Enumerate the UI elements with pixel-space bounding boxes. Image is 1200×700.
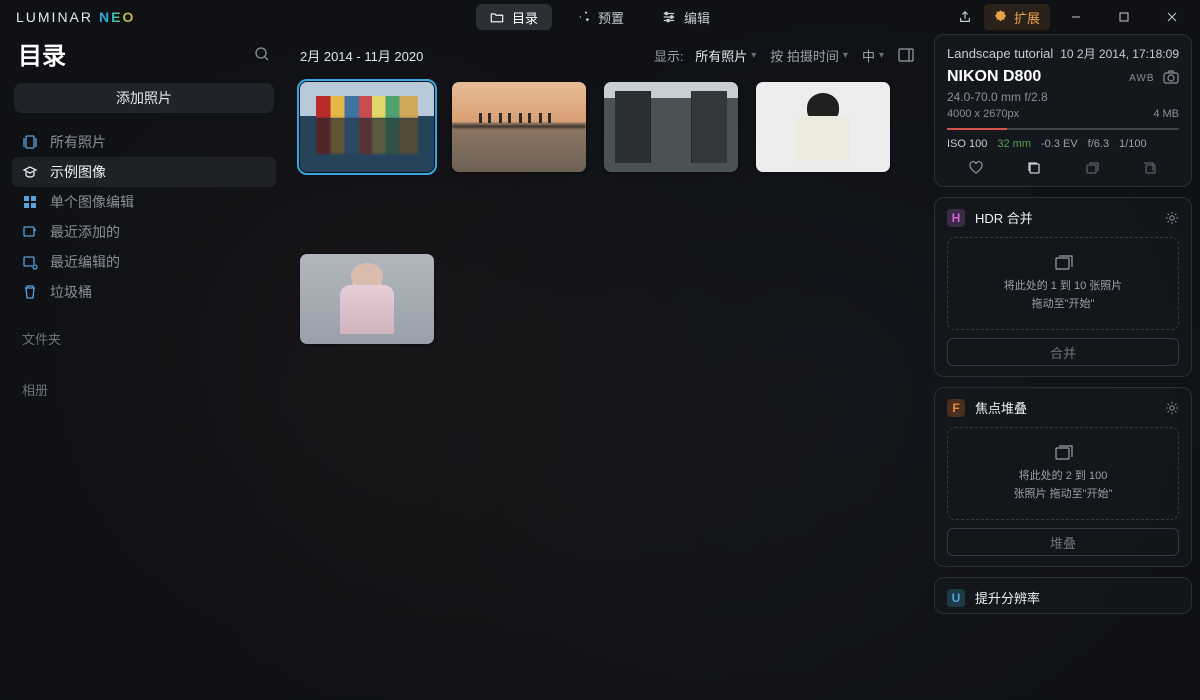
meta-iso: ISO 100 [947,138,987,150]
thumbnail-grid [300,82,918,344]
panel-hdr-merge: H HDR 合并 将此处的 1 到 10 张照片 拖动至"开始" 合并 [934,197,1192,377]
sidebar-item-all-photos[interactable]: 所有照片 [12,127,276,157]
panel-icon [898,48,914,62]
sidebar: 目录 添加照片 所有照片 示例图像 单个图像编辑 最近添加的 [0,34,288,700]
meta-filename: Landscape tutorial [947,46,1053,61]
content-area: 2月 2014 - 11月 2020 显示: 所有照片 ▾ 按 拍摄时间 ▾ 中… [288,34,930,700]
search-button[interactable] [254,46,270,62]
gear-icon [1165,401,1179,415]
titlebar: LUMINAR NEO 目录 预置 编辑 扩展 [0,0,1200,34]
photos-icon [22,134,38,150]
sidebar-item-sample-images[interactable]: 示例图像 [12,157,276,187]
sparkle-icon [576,10,590,24]
thumbnail[interactable] [452,82,586,172]
tab-catalog[interactable]: 目录 [476,4,552,30]
logo-secondary: NEO [99,9,135,25]
info-panel: Landscape tutorial 10 2月 2014, 17:18:09 … [930,34,1200,700]
graduation-icon [22,164,38,180]
upscale-icon: U [947,589,965,607]
stack-prev-button[interactable] [1084,160,1100,176]
content-toolbar: 2月 2014 - 11月 2020 显示: 所有照片 ▾ 按 拍摄时间 ▾ 中… [300,40,914,70]
chevron-down-icon: ▾ [843,50,848,61]
meta-lens: 24.0-70.0 mm f/2.8 [947,90,1179,104]
maximize-icon [1119,12,1129,22]
copy-button[interactable] [1026,160,1042,176]
thumbnail[interactable] [300,82,434,172]
chevron-down-icon: ▾ [879,50,884,61]
share-icon [958,10,972,24]
minimize-icon [1071,12,1081,22]
meta-dimensions: 4000 x 2670px [947,108,1019,120]
thumbnail-size[interactable]: 中 ▾ [862,46,884,65]
chevron-down-icon: ▾ [751,50,756,61]
stack-next-button[interactable] [1142,160,1158,176]
tab-edit[interactable]: 编辑 [648,4,724,30]
stack-icon [1084,160,1100,176]
stack-icon [1142,160,1158,176]
window-maximize-button[interactable] [1102,0,1146,34]
window-minimize-button[interactable] [1054,0,1098,34]
trash-icon [22,284,38,300]
thumbnail[interactable] [756,82,890,172]
date-range: 2月 2014 - 11月 2020 [300,46,423,65]
page-title: 目录 [18,36,66,71]
images-icon [1053,254,1073,272]
puzzle-icon [994,10,1008,24]
panel-upscale: U 提升分辨率 [934,577,1192,614]
share-button[interactable] [950,4,980,30]
sort-dropdown[interactable]: 按 拍摄时间 ▾ [770,46,848,65]
thumbnail[interactable] [604,82,738,172]
window-close-button[interactable] [1150,0,1194,34]
gear-icon [1165,211,1179,225]
hdr-icon: H [947,209,965,227]
image-plus-icon [22,224,38,240]
hdr-merge-button[interactable]: 合并 [947,338,1179,366]
close-icon [1167,12,1177,22]
app-logo: LUMINAR NEO [16,9,135,25]
sliders-icon [662,10,676,24]
section-albums[interactable]: 相册 [22,380,266,399]
meta-awb: AWB [1129,73,1154,84]
section-folders[interactable]: 文件夹 [22,329,266,348]
heart-icon [968,160,984,176]
focus-stack-button[interactable]: 堆叠 [947,528,1179,556]
sidebar-item-recently-added[interactable]: 最近添加的 [12,217,276,247]
sidebar-item-single-edits[interactable]: 单个图像编辑 [12,187,276,217]
tab-presets[interactable]: 预置 [562,4,638,30]
view-layout-button[interactable] [898,48,914,62]
panel-focus-stack: F 焦点堆叠 将此处的 2 到 100 张照片 拖动至"开始" 堆叠 [934,387,1192,567]
meta-filesize: 4 MB [1153,108,1179,120]
focus-settings-button[interactable] [1165,401,1179,415]
image-refresh-icon [22,254,38,270]
search-icon [254,46,270,62]
grid-icon [22,194,38,210]
sidebar-item-trash[interactable]: 垃圾桶 [12,277,276,307]
focus-icon: F [947,399,965,417]
meta-camera-model: NIKON D800 [947,68,1041,86]
camera-icon [1163,70,1179,84]
sidebar-item-recently-edited[interactable]: 最近编辑的 [12,247,276,277]
images-icon [1053,444,1073,462]
copy-icon [1026,160,1042,176]
filter-show[interactable]: 显示: 所有照片 ▾ [654,46,756,65]
favorite-button[interactable] [968,160,984,176]
folder-icon [490,10,504,24]
meta-focal: 32 mm [997,138,1031,150]
meta-datetime: 10 2月 2014, 17:18:09 [1060,45,1179,62]
view-tabs: 目录 预置 编辑 [476,4,724,30]
add-photos-button[interactable]: 添加照片 [14,83,274,113]
meta-shutter: 1/100 [1119,138,1147,150]
meta-ev: -0.3 EV [1041,138,1078,150]
hdr-settings-button[interactable] [1165,211,1179,225]
extensions-button[interactable]: 扩展 [984,4,1050,30]
thumbnail[interactable] [300,254,434,344]
meta-aperture: f/6.3 [1088,138,1109,150]
histogram-bar [947,128,1179,130]
focus-drop-zone[interactable]: 将此处的 2 到 100 张照片 拖动至"开始" [947,427,1179,520]
hdr-drop-zone[interactable]: 将此处的 1 到 10 张照片 拖动至"开始" [947,237,1179,330]
metadata-card: Landscape tutorial 10 2月 2014, 17:18:09 … [934,34,1192,187]
logo-primary: LUMINAR [16,9,93,25]
